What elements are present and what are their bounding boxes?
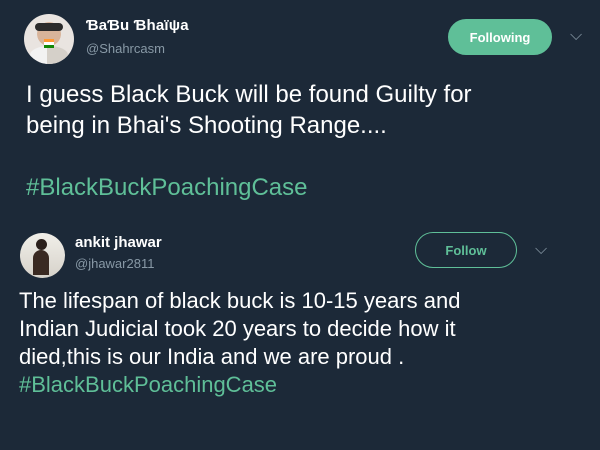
tweet-text-line: Indian Judicial took 20 years to decide … bbox=[19, 316, 456, 342]
tweet-card: ƁaƁu Ɓhaïψa @Shahrcasm Following ⌵ I gue… bbox=[0, 0, 600, 220]
tweet-card: ankit jhawar @jhawar2811 Follow ⌵ The li… bbox=[0, 220, 600, 450]
user-handle[interactable]: @jhawar2811 bbox=[75, 257, 154, 270]
avatar[interactable] bbox=[24, 14, 74, 64]
display-name[interactable]: ankit jhawar bbox=[75, 235, 162, 250]
follow-button[interactable]: Follow bbox=[415, 232, 517, 268]
tweet-text-line: I guess Black Buck will be found Guilty … bbox=[26, 81, 472, 108]
hashtag-link[interactable]: #BlackBuckPoachingCase bbox=[19, 371, 584, 399]
tweet-text: I guess Black Buck will be found Guilty … bbox=[26, 80, 578, 204]
tweet-text: The lifespan of black buck is 10-15 year… bbox=[19, 287, 584, 400]
hashtag-link[interactable]: #BlackBuckPoachingCase bbox=[26, 173, 578, 204]
chevron-down-icon[interactable]: ⌵ bbox=[570, 28, 582, 44]
chevron-down-icon[interactable]: ⌵ bbox=[535, 242, 547, 258]
avatar[interactable] bbox=[20, 233, 65, 278]
tweet-text-line: The lifespan of black buck is 10-15 year… bbox=[19, 288, 461, 313]
tweet-text-line: being in Bhai's Shooting Range.... bbox=[26, 111, 387, 139]
following-button[interactable]: Following bbox=[448, 19, 552, 55]
user-handle[interactable]: @Shahrcasm bbox=[86, 42, 165, 55]
tweet-text-line: died,this is our India and we are proud … bbox=[19, 344, 405, 370]
display-name[interactable]: ƁaƁu Ɓhaïψa bbox=[86, 18, 189, 33]
flag-icon bbox=[44, 39, 54, 48]
